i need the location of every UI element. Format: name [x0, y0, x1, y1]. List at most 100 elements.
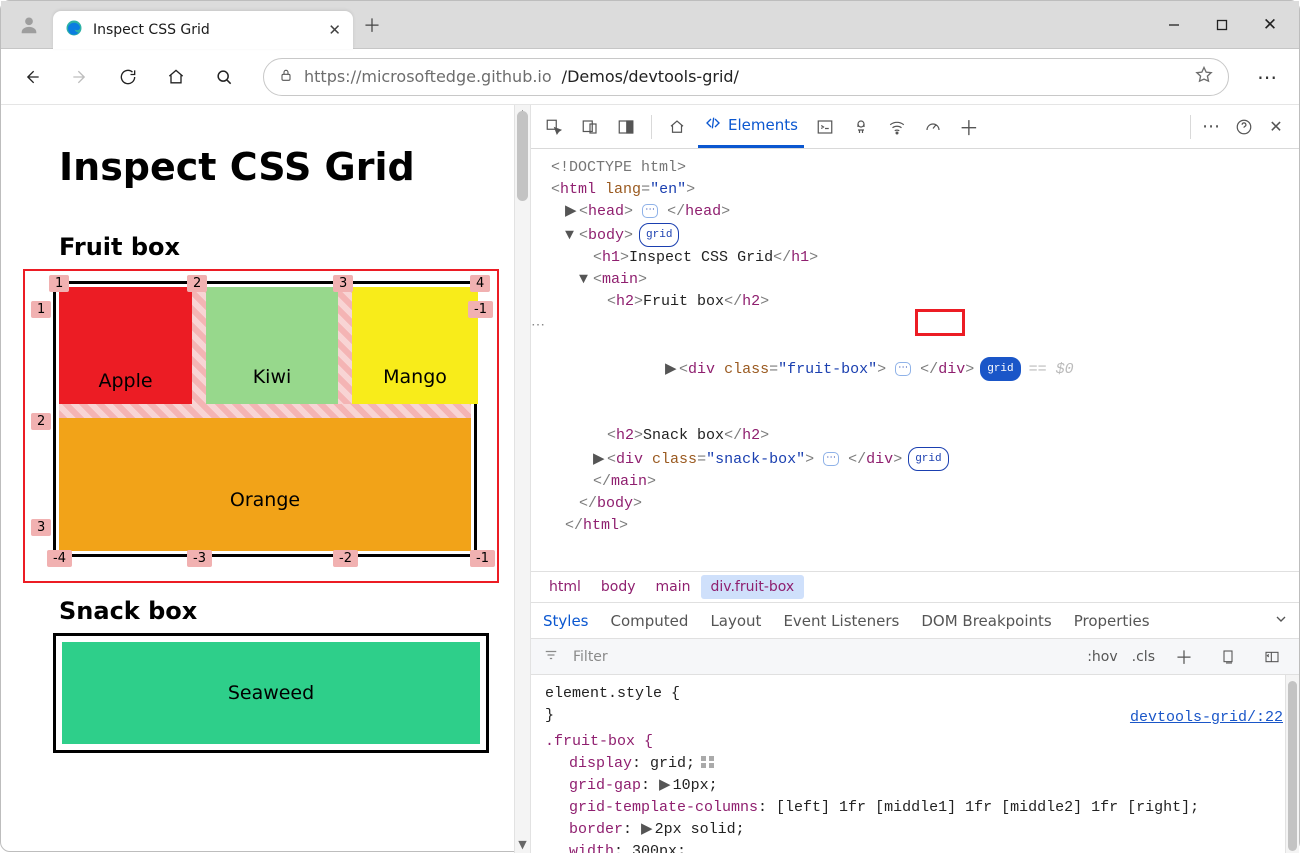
crumb-main[interactable]: main: [646, 575, 701, 599]
styles-subtabs: Styles Computed Layout Event Listeners D…: [531, 603, 1299, 639]
dom-h2-fruit[interactable]: <h2>Fruit box</h2>: [551, 291, 1299, 313]
scroll-thumb[interactable]: [517, 111, 528, 201]
new-style-rule-icon[interactable]: ＋: [1169, 642, 1199, 672]
toggle-cls[interactable]: .cls: [1132, 649, 1155, 665]
nav-forward-button: [63, 60, 97, 94]
subtab-dom-breakpoints[interactable]: DOM Breakpoints: [921, 612, 1051, 630]
browser-tab[interactable]: Inspect CSS Grid ✕: [53, 11, 353, 49]
section-heading-snack: Snack box: [59, 597, 506, 625]
css-source-link[interactable]: devtools-grid/:22: [1130, 707, 1283, 729]
devtools-more-icon[interactable]: ⋯: [1197, 112, 1227, 142]
dom-main-close[interactable]: </main>: [551, 471, 1299, 493]
address-bar[interactable]: https://microsoftedge.github.io/Demos/de…: [263, 58, 1229, 96]
devtools-toolbar: Elements ＋ ⋯ ✕: [531, 105, 1299, 149]
console-tab-icon[interactable]: [810, 112, 840, 142]
window-maximize-button[interactable]: [1199, 9, 1245, 41]
dom-h1[interactable]: <h1>Inspect CSS Grid</h1>: [551, 247, 1299, 269]
scroll-down-icon[interactable]: ▼: [515, 838, 530, 851]
network-tab-icon[interactable]: [882, 112, 912, 142]
devtools-close-icon[interactable]: ✕: [1261, 112, 1291, 142]
nav-search-icon[interactable]: [207, 60, 241, 94]
window-minimize-button[interactable]: [1151, 9, 1197, 41]
dom-h2-snack[interactable]: <h2>Snack box</h2>: [551, 425, 1299, 447]
profile-avatar[interactable]: [9, 7, 49, 43]
sources-tab-icon[interactable]: [846, 112, 876, 142]
nav-refresh-button[interactable]: [111, 60, 145, 94]
dom-head[interactable]: ▶<head> ⋯ </head>: [551, 201, 1299, 223]
section-heading-fruit: Fruit box: [59, 233, 506, 261]
css-prop-border[interactable]: border▶2px solid;: [569, 819, 1285, 841]
tab-close-icon[interactable]: ✕: [328, 21, 341, 39]
grid-col-label-neg: -1: [470, 550, 495, 567]
window-close-button[interactable]: ✕: [1247, 9, 1293, 41]
computed-sidebar-icon[interactable]: [1257, 642, 1287, 672]
nav-home-button[interactable]: [159, 60, 193, 94]
grid-col-label-neg: -4: [47, 550, 72, 567]
tab-title: Inspect CSS Grid: [93, 22, 318, 38]
lock-icon[interactable]: [278, 67, 294, 87]
overflow-menu-button[interactable]: ⋯: [1251, 65, 1285, 89]
styles-scrollbar[interactable]: [1285, 675, 1299, 853]
css-prop-width[interactable]: width300px;: [569, 841, 1285, 853]
fruit-box-container[interactable]: Apple Kiwi Mango Orange: [53, 281, 477, 557]
favorite-star-icon[interactable]: [1194, 65, 1214, 89]
welcome-tab-icon[interactable]: [662, 112, 692, 142]
grid-row-label: 3: [31, 519, 51, 536]
subtab-computed[interactable]: Computed: [611, 612, 689, 630]
cell-kiwi: Kiwi: [206, 287, 338, 404]
page-viewport: Inspect CSS Grid Fruit box Apple Kiwi Ma…: [1, 105, 531, 853]
filter-input[interactable]: Filter: [573, 649, 608, 665]
copy-styles-icon[interactable]: [1213, 642, 1243, 672]
crumb-div-fruitbox[interactable]: div.fruit-box: [701, 575, 805, 599]
filter-icon: [543, 648, 559, 666]
dom-div-fruit-box[interactable]: ⋯ ▶<div class="fruit-box"> ⋯ </div>grid=…: [551, 313, 1299, 425]
page-scrollbar[interactable]: ▲ ▼: [514, 105, 530, 853]
grid-row-label-neg: -1: [468, 301, 493, 318]
code-icon: [704, 115, 722, 135]
grid-badge[interactable]: grid: [908, 447, 948, 471]
tab-elements[interactable]: Elements: [698, 105, 804, 148]
grid-badge-selected[interactable]: grid: [980, 357, 1020, 381]
styles-pane[interactable]: element.style { } .fruit-box { devtools-…: [531, 675, 1299, 853]
styles-filter-bar: Filter :hov .cls ＋: [531, 639, 1299, 675]
device-toggle-icon[interactable]: [575, 112, 605, 142]
nav-back-button[interactable]: [15, 60, 49, 94]
subtab-layout[interactable]: Layout: [710, 612, 761, 630]
dom-body-close[interactable]: </body>: [551, 493, 1299, 515]
new-tab-button[interactable]: ＋: [353, 12, 391, 38]
dom-body-open[interactable]: ▼<body>grid: [551, 223, 1299, 247]
subtab-styles[interactable]: Styles: [543, 612, 589, 630]
row-actions-icon[interactable]: ⋯: [531, 315, 546, 337]
grid-badge[interactable]: grid: [639, 223, 679, 247]
crumb-html[interactable]: html: [539, 575, 591, 599]
dom-html-open[interactable]: <html lang="en">: [551, 179, 1299, 201]
inspect-element-icon[interactable]: [539, 112, 569, 142]
dom-tree[interactable]: <!DOCTYPE html> <html lang="en"> ▶<head>…: [531, 149, 1299, 571]
more-tabs-button[interactable]: ＋: [954, 112, 984, 142]
crumb-body[interactable]: body: [591, 575, 646, 599]
dom-breadcrumb: html body main div.fruit-box: [531, 571, 1299, 603]
dom-div-snack-box[interactable]: ▶<div class="snack-box"> ⋯ </div>grid: [551, 447, 1299, 471]
dom-html-close[interactable]: </html>: [551, 515, 1299, 537]
devtools-help-icon[interactable]: [1229, 112, 1259, 142]
toggle-hov[interactable]: :hov: [1087, 649, 1117, 665]
css-prop-display[interactable]: displaygrid;: [569, 753, 1285, 775]
grid-editor-icon[interactable]: [701, 756, 715, 768]
css-prop-grid-template-columns[interactable]: grid-template-columns[left] 1fr [middle1…: [569, 797, 1285, 819]
dock-side-icon[interactable]: [611, 112, 641, 142]
subtab-properties[interactable]: Properties: [1074, 612, 1150, 630]
subtab-event-listeners[interactable]: Event Listeners: [783, 612, 899, 630]
performance-tab-icon[interactable]: [918, 112, 948, 142]
edge-favicon-icon: [65, 19, 83, 41]
css-prop-grid-gap[interactable]: grid-gap▶10px;: [569, 775, 1285, 797]
subtabs-chevron-icon[interactable]: [1273, 611, 1289, 631]
cell-seaweed: Seaweed: [62, 642, 480, 744]
css-selector-fruitbox[interactable]: .fruit-box {: [545, 731, 1285, 753]
snack-box-container[interactable]: Seaweed: [53, 633, 489, 753]
scroll-thumb[interactable]: [1288, 681, 1297, 851]
css-element-style-open[interactable]: element.style {: [545, 683, 1285, 705]
dom-main-open[interactable]: ▼<main>: [551, 269, 1299, 291]
browser-toolbar: https://microsoftedge.github.io/Demos/de…: [1, 49, 1299, 105]
grid-badge-highlight-frame: [915, 309, 965, 336]
dom-doctype[interactable]: <!DOCTYPE html>: [551, 157, 1299, 179]
